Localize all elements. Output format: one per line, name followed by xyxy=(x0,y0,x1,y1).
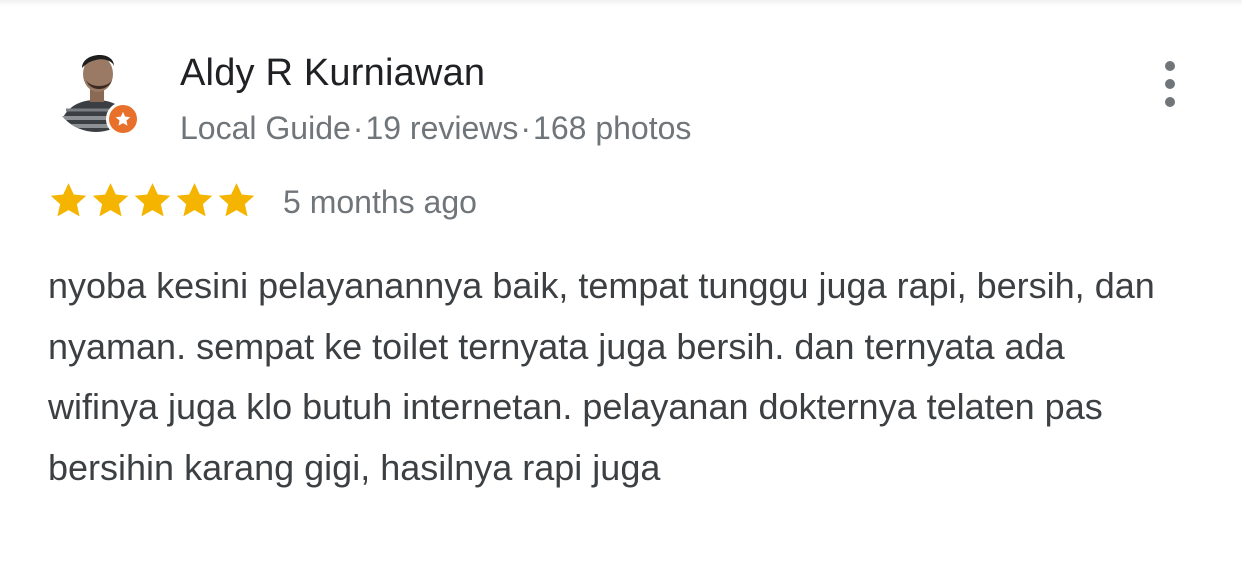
reviewer-avatar[interactable] xyxy=(52,44,142,138)
more-vert-icon-dot xyxy=(1165,97,1175,107)
meta-separator: · xyxy=(352,110,364,146)
reviewer-name[interactable]: Aldy R Kurniawan xyxy=(180,52,485,95)
more-options-button[interactable] xyxy=(1150,56,1190,112)
more-vert-icon-dot xyxy=(1165,79,1175,89)
photo-count: 168 photos xyxy=(533,110,692,146)
star-icon xyxy=(176,182,213,216)
reviewer-meta[interactable]: Local Guide·19 reviews·168 photos xyxy=(180,110,691,147)
star-icon xyxy=(218,182,255,216)
star-icon xyxy=(134,182,171,216)
review-card: Aldy R Kurniawan Local Guide·19 reviews·… xyxy=(0,0,1242,581)
rating-row: 5 months ago xyxy=(48,176,477,224)
review-text: nyoba kesini pelayanannya baik, tempat t… xyxy=(48,265,1155,488)
more-vert-icon xyxy=(1165,61,1175,71)
star-rating xyxy=(48,180,257,221)
review-count: 19 reviews xyxy=(365,110,519,146)
local-guide-label: Local Guide xyxy=(180,110,351,146)
star-icon xyxy=(50,182,87,216)
meta-separator: · xyxy=(520,110,532,146)
review-date: 5 months ago xyxy=(283,183,477,220)
local-guide-star-icon xyxy=(106,102,140,136)
star-icon xyxy=(92,182,129,216)
